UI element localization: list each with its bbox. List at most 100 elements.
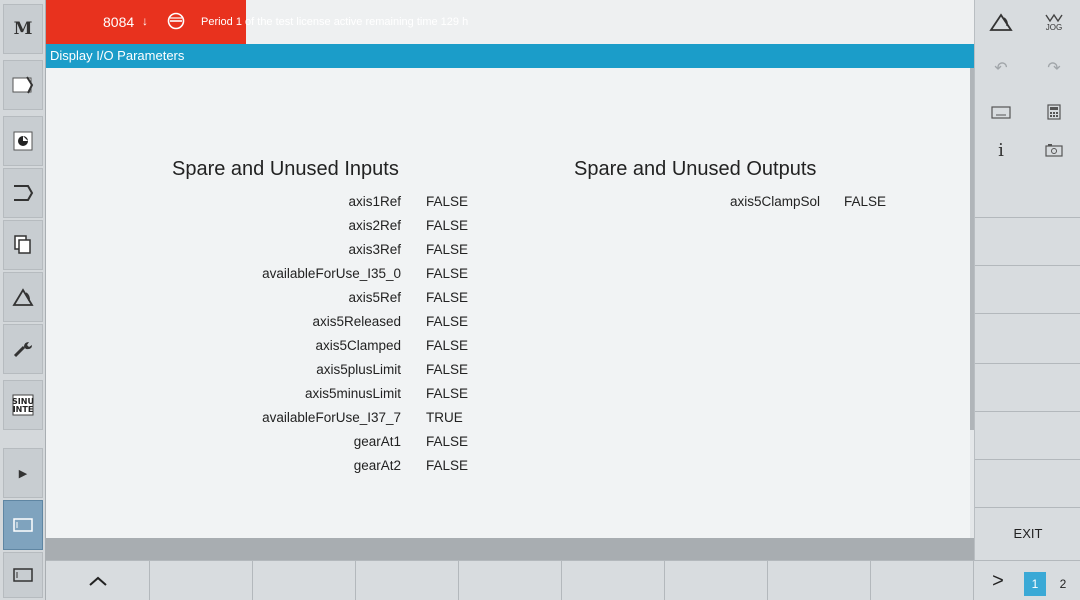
page-1-indicator[interactable]: 1 [1024, 572, 1046, 596]
keyboard-icon [991, 106, 1011, 119]
input-value: FALSE [426, 458, 469, 473]
info-button[interactable]: i [975, 128, 1027, 172]
list-item: axis5plusLimit FALSE [46, 362, 468, 386]
vertical-softkey-7[interactable] [975, 462, 1080, 508]
list-item: gearAt2 FALSE [46, 458, 468, 482]
footer-strip [46, 538, 974, 560]
arrow-right-icon: ▶ [18, 467, 28, 480]
machine-m-icon: M [13, 19, 33, 39]
horizontal-softkey-bar: > [46, 560, 1080, 600]
right-panel: JOG ↶ ↷ i EXIT [974, 0, 1080, 560]
input-name: axis5minusLimit [304, 386, 401, 401]
window-icon [13, 518, 33, 532]
bracket-icon [14, 185, 34, 201]
alarm-message: Period 1 of the test license active rema… [201, 16, 469, 28]
list-item: axis5minusLimit FALSE [46, 386, 468, 410]
horizontal-softkey-4[interactable] [356, 561, 459, 600]
jog-mode-button[interactable]: JOG [1028, 0, 1080, 44]
alarm-stop-icon [167, 12, 185, 30]
screen-toggle-button[interactable] [3, 552, 43, 598]
list-item: axis5ClampSol FALSE [46, 194, 886, 218]
input-value: FALSE [426, 290, 469, 305]
list-item: availableForUse_I37_7 TRUE [46, 410, 463, 434]
vertical-softkey-4[interactable] [975, 318, 1080, 364]
parameter-area-button[interactable] [3, 116, 43, 166]
output-name: axis5ClampSol [729, 194, 820, 209]
list-item: axis5Released FALSE [46, 314, 468, 338]
horizontal-softkey-2[interactable] [150, 561, 253, 600]
diagnostics-button[interactable] [3, 272, 43, 322]
list-item: axis3Ref FALSE [46, 242, 468, 266]
horizontal-softkey-9[interactable] [871, 561, 974, 600]
input-value: FALSE [426, 434, 469, 449]
list-item: axis2Ref FALSE [46, 218, 468, 242]
inputs-heading: Spare and Unused Inputs [172, 158, 399, 180]
input-value: FALSE [426, 266, 469, 281]
input-name: axis5plusLimit [316, 362, 401, 377]
vertical-softkey-1[interactable] [975, 172, 1080, 218]
horizontal-softkey-3[interactable] [253, 561, 356, 600]
redo-button[interactable]: ↷ [1028, 46, 1080, 90]
horizontal-softkey-6[interactable] [562, 561, 665, 600]
page-title: Display I/O Parameters [50, 48, 185, 63]
redo-icon: ↷ [1047, 60, 1061, 77]
parameter-icon [13, 131, 33, 151]
io-parameters-panel: Spare and Unused Inputs Spare and Unused… [46, 68, 970, 538]
title-bar: Display I/O Parameters [46, 44, 974, 68]
copy-area-button[interactable] [3, 220, 43, 270]
horizontal-softkey-5[interactable] [459, 561, 562, 600]
calculator-icon [1047, 104, 1061, 120]
list-item: axis5Clamped FALSE [46, 338, 468, 362]
input-value: FALSE [426, 338, 469, 353]
input-name: gearAt2 [353, 458, 401, 473]
outputs-heading: Spare and Unused Outputs [574, 158, 817, 180]
list-item: axis5Ref FALSE [46, 290, 468, 314]
input-name: axis5Ref [348, 290, 401, 305]
list-item: availableForUse_I35_0 FALSE [46, 266, 468, 290]
screenshot-button[interactable] [1028, 128, 1080, 172]
jog-wave-icon [1045, 13, 1063, 22]
copy-icon [14, 235, 31, 254]
input-value: FALSE [426, 218, 469, 233]
vertical-softkey-3[interactable] [975, 268, 1080, 314]
wrench-icon [13, 342, 32, 358]
next-page-button[interactable]: > [974, 561, 1022, 600]
sinumerik-button[interactable]: SINU INTE [3, 380, 43, 430]
horizontal-softkey-7[interactable] [665, 561, 768, 600]
input-name: availableForUse_I35_0 [262, 266, 401, 281]
machine-area-button[interactable]: M [3, 4, 43, 54]
jog-label: JOG [1045, 22, 1063, 32]
sinumerik-logo-icon: SINUINTE [12, 394, 34, 416]
input-value: FALSE [426, 314, 469, 329]
screen-icon [13, 568, 33, 582]
alarm-cancel-button[interactable] [975, 0, 1027, 44]
vertical-softkey-6[interactable] [975, 414, 1080, 460]
alarm-number[interactable]: 8084 [103, 14, 134, 30]
undo-icon: ↶ [994, 60, 1008, 77]
exit-label: EXIT [1013, 526, 1043, 541]
input-value: FALSE [426, 362, 469, 377]
program-manager-button[interactable] [3, 168, 43, 218]
alarm-bar: 8084 ↓ Period 1 of the test license acti… [46, 0, 974, 44]
alarm-arrow-icon: ↓ [142, 14, 148, 28]
expand-menu-button[interactable]: ▶ [3, 448, 43, 498]
page-2-indicator[interactable]: 2 [1052, 572, 1074, 596]
program-area-button[interactable] [3, 60, 43, 110]
horizontal-softkey-8[interactable] [768, 561, 871, 600]
chevron-up-icon [88, 576, 107, 586]
recall-button[interactable] [46, 561, 150, 600]
input-value: FALSE [426, 242, 469, 257]
input-value: TRUE [426, 410, 463, 425]
vertical-softkey-5[interactable] [975, 366, 1080, 412]
window-toggle-button[interactable] [3, 500, 43, 550]
input-name: axis5Clamped [315, 338, 401, 353]
vertical-softkey-2[interactable] [975, 220, 1080, 266]
svg-text:INTE: INTE [13, 405, 34, 414]
exit-button[interactable]: EXIT [975, 512, 1080, 558]
setup-button[interactable] [3, 324, 43, 374]
warning-triangle-icon [12, 288, 34, 306]
input-name: axis2Ref [348, 218, 401, 233]
input-value: FALSE [426, 386, 469, 401]
undo-button[interactable]: ↶ [975, 46, 1027, 90]
input-name: axis3Ref [348, 242, 401, 257]
